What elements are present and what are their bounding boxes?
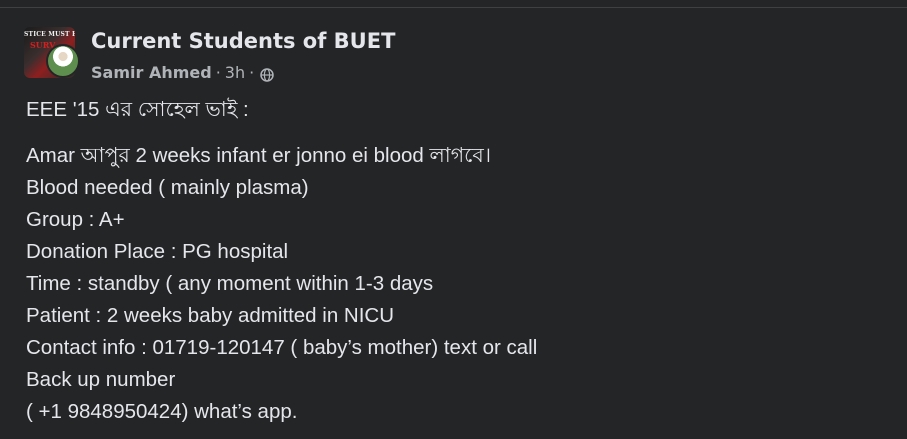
author-avatar[interactable]: [46, 44, 80, 78]
post-line: Blood needed ( mainly plasma): [26, 176, 309, 199]
meta-separator: ·: [249, 63, 255, 82]
avatar-stack[interactable]: STICE MUST BE SURV: [24, 27, 80, 79]
post-heading-line: EEE '15 এর সোহেল ভাই :: [26, 98, 249, 121]
author-name-link[interactable]: Samir Ahmed: [91, 63, 212, 82]
post-line: Amar আপুর 2 weeks infant er jonno ei blo…: [26, 144, 492, 167]
meta-separator: ·: [215, 63, 221, 82]
post-line: Back up number: [26, 368, 176, 391]
post-time-link[interactable]: 3h: [225, 63, 245, 82]
post-meta: Samir Ahmed · 3h ·: [91, 63, 274, 82]
post-line: Group : A+: [26, 208, 125, 231]
post-card: STICE MUST BE SURV Current Students of B…: [0, 0, 907, 439]
post-line: Time : standby ( any moment within 1-3 d…: [26, 272, 434, 295]
post-line: Patient : 2 weeks baby admitted in NICU: [26, 304, 395, 327]
post-line: ( +1 9848950424) what’s app.: [26, 400, 298, 423]
group-name-link[interactable]: Current Students of BUET: [91, 29, 395, 53]
card-top-divider: [0, 0, 907, 8]
post-line: Contact info : 01719-120147 ( baby’s mot…: [26, 336, 538, 359]
post-line: Donation Place : PG hospital: [26, 240, 289, 263]
globe-icon[interactable]: [260, 67, 274, 82]
group-avatar-logo-text: STICE MUST BE: [24, 31, 75, 38]
